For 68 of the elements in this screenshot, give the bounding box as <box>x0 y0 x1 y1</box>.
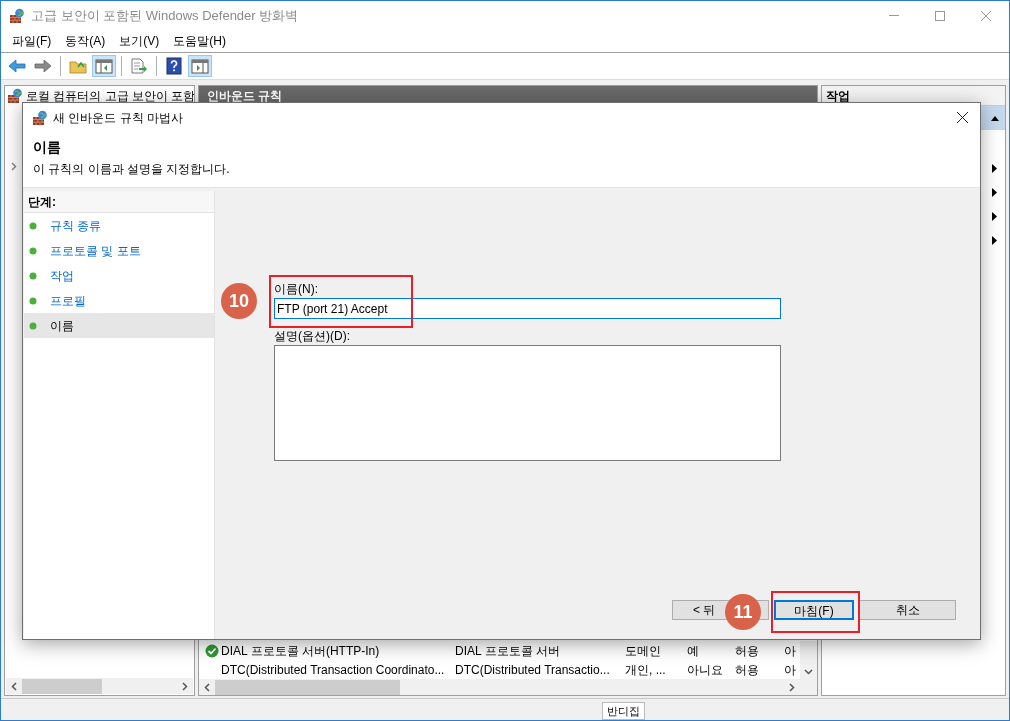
expand-arrow-icon <box>991 164 999 173</box>
table-cell: DTC(Distributed Transaction Coordinato... <box>221 662 445 677</box>
expand-arrow-icon <box>991 236 999 245</box>
maximize-icon <box>935 10 945 21</box>
firewall-icon <box>32 109 48 126</box>
firewall-icon <box>7 87 23 104</box>
name-field[interactable]: FTP (port 21) Accept <box>274 298 781 319</box>
steps-header: 단계: <box>24 191 214 213</box>
table-cell: 허용 <box>735 662 759 677</box>
table-cell: DIAL 프로토콜 서버 <box>455 643 560 658</box>
menu-item[interactable]: 도움말(H) <box>166 32 233 50</box>
table-cell: 도메인 <box>625 643 661 658</box>
dialog-title: 새 인바운드 규칙 마법사 <box>53 109 183 127</box>
table-cell: 허용 <box>735 643 759 658</box>
table-row[interactable]: DIAL 프로토콜 서버(HTTP-In) DIAL 프로토콜 서버 도메인 예 허용 아 <box>199 641 800 660</box>
folder-icon <box>69 58 87 74</box>
step-item[interactable]: 규칙 종류 <box>24 213 214 238</box>
horizontal-scrollbar[interactable] <box>6 678 193 694</box>
scroll-left-icon <box>11 681 17 691</box>
toolbar-button[interactable] <box>92 55 116 77</box>
panel-layout-icon <box>191 58 209 74</box>
field-label: 설명(옵션)(D): <box>274 329 351 343</box>
scroll-right-icon <box>789 682 795 692</box>
table-cell: DIAL 프로토콜 서버(HTTP-In) <box>221 643 380 658</box>
table-cell: 예 <box>687 643 699 658</box>
forward-arrow-icon <box>34 59 52 73</box>
status-dot-icon <box>29 321 37 330</box>
scroll-left-icon <box>204 682 210 692</box>
table-cell: 개인, ... <box>625 662 666 677</box>
firewall-icon <box>9 7 25 24</box>
expand-arrow-icon <box>991 188 999 197</box>
description-field[interactable] <box>274 345 781 461</box>
horizontal-scrollbar[interactable] <box>199 679 817 695</box>
close-icon <box>981 10 991 21</box>
status-dot-icon <box>29 296 37 305</box>
dialog-button[interactable]: 마침(F) <box>774 600 854 620</box>
status-dot-icon <box>29 271 37 280</box>
dialog-button[interactable]: 취소 <box>859 600 956 620</box>
table-cell: DTC(Distributed Transactio... <box>455 662 610 677</box>
table-cell: 아 <box>784 643 796 658</box>
tooltip: 반디집 <box>602 702 645 720</box>
menu-item[interactable]: 보기(V) <box>112 32 167 50</box>
field-label: 이름(N): <box>274 282 319 296</box>
step-item[interactable]: 프로토콜 및 포트 <box>24 238 214 263</box>
menu-item[interactable]: 파일(F) <box>5 32 59 50</box>
window-title: 고급 보안이 포함된 Windows Defender 방화벽 <box>31 6 299 25</box>
back-arrow-icon <box>8 59 26 73</box>
expand-arrow-icon <box>991 212 999 221</box>
step-item[interactable]: 이름 <box>24 313 214 338</box>
step-item[interactable]: 프로필 <box>24 288 214 313</box>
minimize-icon <box>889 15 899 16</box>
panel-layout-icon <box>95 58 113 74</box>
table-cell: 아 <box>784 662 796 677</box>
toolbar-button[interactable] <box>188 55 212 77</box>
table-cell: 아니요 <box>687 662 723 677</box>
page-heading: 이름 <box>33 138 62 156</box>
page-subtitle: 이 규칙의 이름과 설명을 지정합니다. <box>33 161 231 178</box>
status-dot-icon <box>29 246 37 255</box>
expand-chevron-icon <box>11 162 17 171</box>
scroll-down-icon <box>804 669 813 675</box>
scroll-right-icon <box>182 681 188 691</box>
menu-item[interactable]: 동작(A) <box>58 32 113 50</box>
document-arrow-icon <box>130 58 148 74</box>
step-item[interactable]: 작업 <box>24 263 214 288</box>
help-icon <box>166 57 182 75</box>
close-icon <box>956 112 968 123</box>
table-row[interactable]: DTC(Distributed Transaction Coordinato... DTC(Distributed Transactio... 개인, ... 아니요 허용 아 <box>199 660 800 679</box>
status-dot-icon <box>29 221 37 230</box>
